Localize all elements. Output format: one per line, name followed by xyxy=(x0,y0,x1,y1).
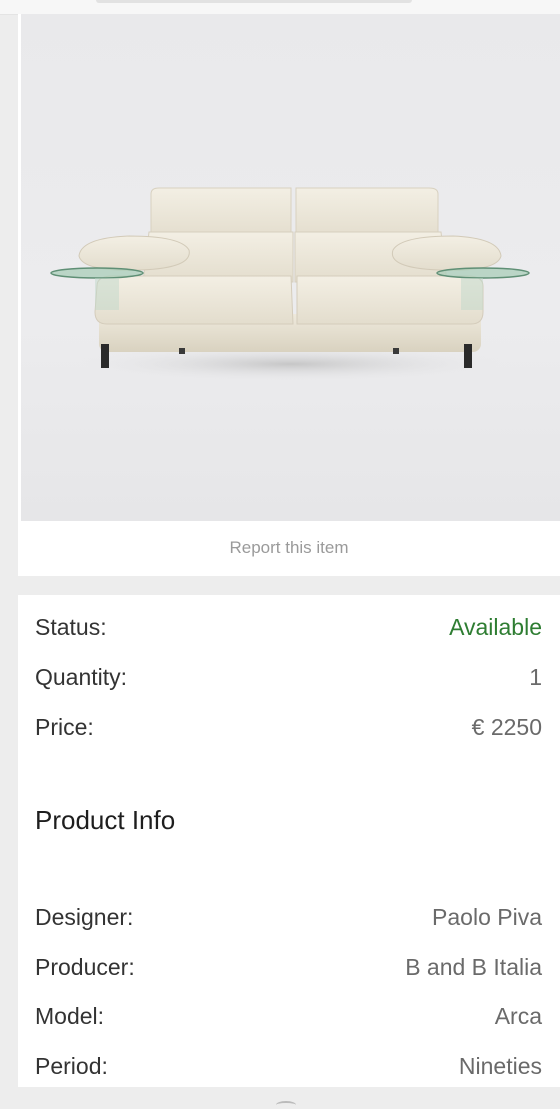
model-row: Model: Arca xyxy=(35,999,542,1033)
period-label: Period: xyxy=(35,1052,108,1079)
scroll-hint-icon xyxy=(276,1101,296,1109)
quantity-row: Quantity: 1 xyxy=(35,660,542,694)
report-item-link[interactable]: Report this item xyxy=(18,538,560,558)
product-photo[interactable] xyxy=(21,14,560,521)
status-label: Status: xyxy=(35,613,107,640)
sofa-illustration xyxy=(50,187,530,382)
producer-row: Producer: B and B Italia xyxy=(35,950,542,984)
quantity-label: Quantity: xyxy=(35,663,128,690)
designer-label: Designer: xyxy=(35,903,134,930)
price-value: € 2250 xyxy=(471,713,542,740)
period-row: Period: Nineties xyxy=(35,1049,542,1083)
price-row: Price: € 2250 xyxy=(35,710,542,744)
producer-value: B and B Italia xyxy=(405,953,542,980)
price-label: Price: xyxy=(35,713,94,740)
product-image-card: Report this item xyxy=(18,14,560,576)
producer-label: Producer: xyxy=(35,953,135,980)
top-bar-handle xyxy=(96,0,412,3)
status-value: Available xyxy=(449,613,542,640)
period-value: Nineties xyxy=(458,1052,542,1079)
quantity-value: 1 xyxy=(529,663,542,690)
status-row: Status: Available xyxy=(35,610,542,644)
designer-row: Designer: Paolo Piva xyxy=(35,900,542,934)
model-value: Arca xyxy=(494,1002,542,1029)
product-info-heading: Product Info xyxy=(35,805,176,835)
designer-value: Paolo Piva xyxy=(432,903,542,930)
product-details-card: Status: Available Quantity: 1 Price: € 2… xyxy=(18,595,560,1087)
top-bar xyxy=(0,0,560,15)
model-label: Model: xyxy=(35,1002,105,1029)
